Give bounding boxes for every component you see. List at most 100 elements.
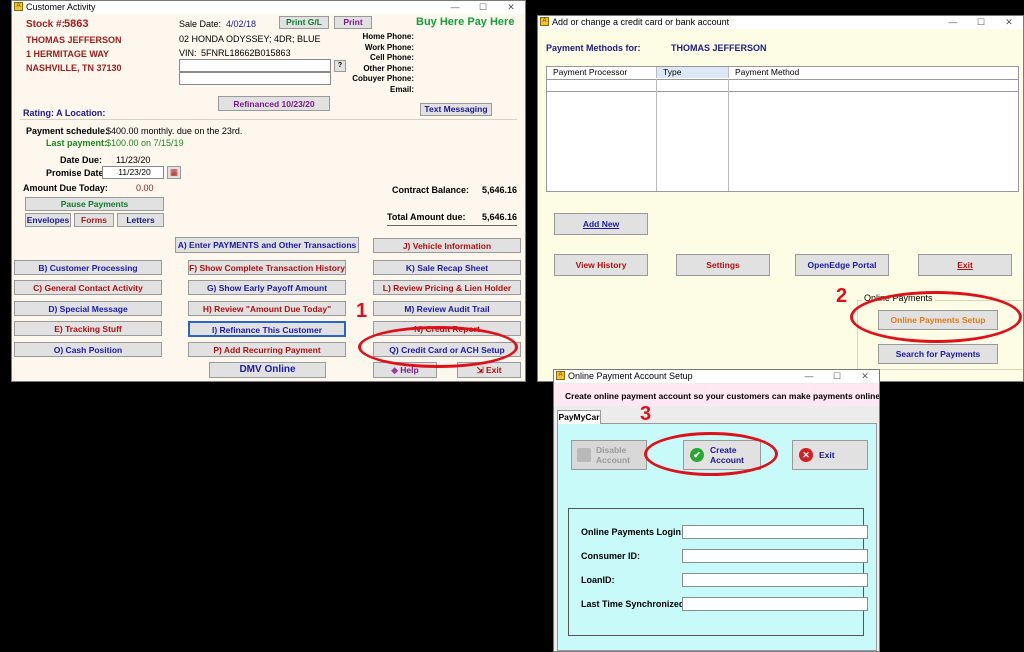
payment-methods-grid[interactable]: Payment Processor Type Payment Method: [546, 66, 1019, 192]
disable-account-button[interactable]: Disable Account: [571, 440, 647, 470]
contract-balance-label: Contract Balance:: [392, 185, 470, 195]
close-icon[interactable]: ✕: [851, 370, 879, 383]
recurring-payment-button[interactable]: P) Add Recurring Payment: [188, 342, 346, 357]
print-gl-button[interactable]: Print G/L: [279, 16, 329, 29]
transaction-history-button[interactable]: F) Show Complete Transaction History: [188, 260, 346, 275]
payment-methods-exit-button[interactable]: Exit: [918, 254, 1012, 276]
close-icon[interactable]: ✕: [497, 1, 525, 14]
create-account-label: Create Account: [710, 445, 744, 465]
home-phone-label: Home Phone:: [362, 32, 414, 41]
maximize-icon[interactable]: ☐: [469, 1, 497, 14]
online-login-field[interactable]: [682, 525, 868, 539]
sale-recap-button[interactable]: K) Sale Recap Sheet: [373, 260, 521, 275]
col-header-processor[interactable]: Payment Processor: [547, 67, 657, 78]
grid-col-line-2: [728, 79, 729, 191]
loan-id-field[interactable]: [682, 573, 868, 587]
online-payments-setup-button[interactable]: Online Payments Setup: [878, 310, 998, 330]
stock-number: 5863: [64, 18, 89, 30]
maximize-icon[interactable]: ☐: [823, 370, 851, 383]
create-account-button[interactable]: ✔ Create Account: [683, 440, 761, 470]
pause-payments-button[interactable]: Pause Payments: [25, 197, 164, 211]
letters-button[interactable]: Letters: [117, 213, 164, 227]
tab-paymycar-label: PayMyCar: [558, 412, 600, 422]
envelopes-button[interactable]: Envelopes: [25, 213, 71, 227]
app-icon: A: [540, 17, 549, 26]
sale-date-label: Sale Date:: [179, 19, 222, 29]
close-icon[interactable]: ✕: [995, 16, 1023, 29]
review-amount-due-button[interactable]: H) Review "Amount Due Today": [188, 301, 346, 316]
col-header-type[interactable]: Type: [657, 67, 729, 78]
promise-date-field[interactable]: 11/23/20: [102, 166, 164, 179]
openedge-portal-button[interactable]: OpenEdge Portal: [795, 254, 889, 276]
minimize-icon[interactable]: —: [795, 370, 823, 383]
special-message-button[interactable]: D) Special Message: [14, 301, 162, 316]
help-icon: ◆: [391, 365, 398, 375]
view-history-button[interactable]: View History: [554, 254, 648, 276]
credit-card-ach-button[interactable]: Q) Credit Card or ACH Setup: [373, 342, 521, 357]
cobuyer-phone-label: Cobuyer Phone:: [352, 74, 414, 84]
pricing-lien-button[interactable]: L) Review Pricing & Lien Holder: [373, 280, 521, 295]
search-payments-button[interactable]: Search for Payments: [878, 344, 998, 364]
online-setup-exit-button[interactable]: ✕ Exit: [792, 440, 868, 470]
help-button[interactable]: ◆ Help: [373, 362, 437, 378]
window-title: Online Payment Account Setup: [568, 371, 693, 381]
vin-value: 5FNRL18662B015863: [201, 48, 291, 58]
audit-trail-button[interactable]: M) Review Audit Trail: [373, 301, 521, 316]
payment-schedule-label: Payment schedule:: [26, 126, 109, 136]
customer-processing-button[interactable]: B) Customer Processing: [14, 260, 162, 275]
contact-activity-button[interactable]: C) General Contact Activity: [14, 280, 162, 295]
settings-button[interactable]: Settings: [676, 254, 770, 276]
online-payments-group-label: Online Payments: [862, 293, 935, 303]
rating-location: Rating: A Location:: [23, 108, 106, 118]
credit-report-button[interactable]: N) Credit Report: [373, 321, 521, 336]
sale-date: 4/02/18: [226, 19, 257, 29]
last-sync-field[interactable]: [682, 597, 868, 611]
contract-balance-value: 5,646.16: [482, 185, 518, 195]
other-phone-label: Other Phone:: [363, 63, 414, 73]
note-field-2[interactable]: [179, 72, 331, 85]
last-sync-label: Last Time Synchronized:: [581, 599, 688, 609]
payment-schedule: $400.00 monthly. due on the 23rd.: [106, 126, 243, 136]
tab-paymycar[interactable]: PayMyCar: [557, 410, 601, 424]
exit-x-icon: ✕: [799, 448, 813, 462]
last-payment-label: Last payment:: [46, 138, 108, 148]
forms-button[interactable]: Forms: [74, 213, 114, 227]
note-field-1[interactable]: [179, 59, 331, 72]
col-header-method[interactable]: Payment Method: [729, 67, 1018, 78]
vin-label: VIN:: [179, 48, 197, 58]
dmv-online-button[interactable]: DMV Online: [209, 362, 326, 378]
payment-methods-window: A Add or change a credit card or bank ac…: [537, 15, 1024, 382]
exit-door-icon: ⇲: [476, 365, 484, 375]
calendar-icon[interactable]: ▦: [167, 166, 181, 179]
refinanced-button[interactable]: Refinanced 10/23/20: [218, 96, 330, 111]
vehicle-description: 02 HONDA ODYSSEY; 4DR; BLUE: [179, 34, 321, 44]
loan-id-label: LoanID:: [581, 575, 615, 585]
date-due: 11/23/20: [116, 155, 151, 165]
consumer-id-field[interactable]: [682, 549, 868, 563]
refinance-customer-button[interactable]: I) Refinance This Customer: [188, 321, 346, 337]
minimize-icon[interactable]: —: [441, 1, 469, 14]
online-setup-subtitle: Create online payment account so your cu…: [565, 391, 880, 401]
minimize-icon[interactable]: —: [939, 16, 967, 29]
enter-payments-button[interactable]: A) Enter PAYMENTS and Other Transactions: [175, 237, 359, 253]
text-messaging-button[interactable]: Text Messaging: [420, 103, 492, 116]
online-setup-header: Create online payment account so your cu…: [554, 384, 879, 406]
exit-label: Exit: [485, 365, 502, 375]
payment-methods-customer: THOMAS JEFFERSON: [671, 43, 767, 53]
exit-button[interactable]: ⇲ Exit: [457, 362, 521, 378]
cash-position-button[interactable]: O) Cash Position: [14, 342, 162, 357]
app-icon: A: [556, 371, 565, 380]
app-icon: A: [14, 2, 23, 11]
disable-icon: [577, 448, 591, 462]
promise-date-label: Promise Date:: [46, 168, 107, 178]
print-button[interactable]: Print: [334, 16, 372, 29]
grid-row-empty[interactable]: [547, 79, 1018, 92]
help-label: Help: [400, 365, 419, 375]
maximize-icon[interactable]: ☐: [967, 16, 995, 29]
early-payoff-button[interactable]: G) Show Early Payoff Amount: [188, 280, 346, 295]
add-new-button[interactable]: Add New: [554, 213, 648, 235]
tracking-stuff-button[interactable]: E) Tracking Stuff: [14, 321, 162, 336]
customer-name: THOMAS JEFFERSON: [26, 35, 122, 45]
vehicle-information-button[interactable]: J) Vehicle Information: [373, 238, 521, 253]
address-line2: NASHVILLE, TN 37130: [26, 63, 122, 73]
